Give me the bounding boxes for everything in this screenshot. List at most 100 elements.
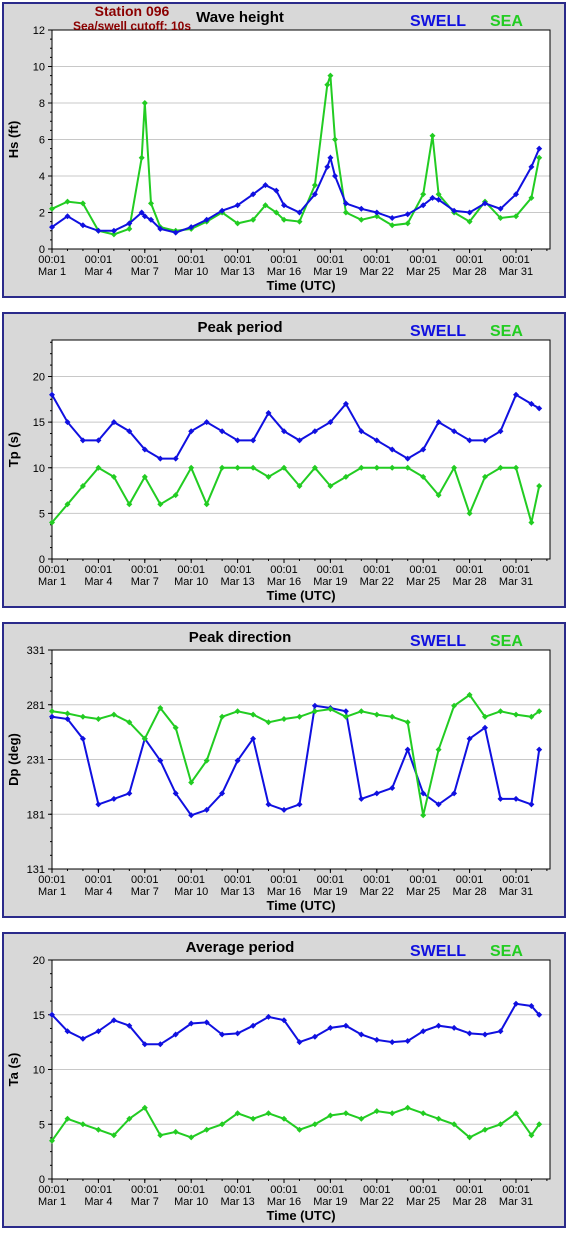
x-tick-time-label: 00:01 [363,254,391,266]
y-tick-label: 231 [27,755,45,767]
x-tick-time-label: 00:01 [409,874,437,886]
x-tick-date-label: Mar 25 [406,1196,440,1208]
y-tick-label: 6 [39,135,45,147]
x-tick-date-label: Mar 25 [406,266,440,278]
x-tick-time-label: 00:01 [502,1184,530,1196]
y-tick-label: 10 [33,1065,45,1077]
x-tick-date-label: Mar 16 [267,886,301,898]
x-tick-date-label: Mar 22 [360,886,394,898]
y-tick-label: 10 [33,62,45,74]
y-tick-label: 4 [39,171,45,183]
x-tick-date-label: Mar 4 [84,576,112,588]
peak-direction-panel: 131 181 231 281 331 00:01 Mar 1 00:01 Mar 4 00:01… [2,622,566,918]
x-tick-date-label: Mar 1 [38,266,66,278]
x-tick-date-label: Mar 22 [360,1196,394,1208]
average-period-panel: 0 5 10 15 20 00:01 Mar 1 00:01 Mar 4 00:01 Mar 7 00… [2,932,566,1228]
x-tick-date-label: Mar 13 [220,576,254,588]
x-tick-time-label: 00:01 [224,254,252,266]
x-tick-date-label: Mar 31 [499,576,533,588]
y-axis-label: Tp (s) [6,432,21,467]
x-tick-time-label: 00:01 [409,564,437,576]
x-axis-label: Time (UTC) [266,278,335,293]
x-tick-time-label: 00:01 [456,254,484,266]
x-tick-date-label: Mar 4 [84,266,112,278]
chart-title: Average period [186,939,295,956]
y-tick-label: 5 [39,508,45,520]
x-tick-time-label: 00:01 [85,564,113,576]
x-tick-time-label: 00:01 [131,1184,159,1196]
x-tick-time-label: 00:01 [38,1184,66,1196]
x-tick-time-label: 00:01 [131,254,159,266]
x-tick-time-label: 00:01 [456,564,484,576]
station-name: Station 096 [95,4,170,19]
x-tick-time-label: 00:01 [224,564,252,576]
chart-title: Peak direction [189,629,292,646]
x-tick-time-label: 00:01 [502,874,530,886]
x-tick-time-label: 00:01 [85,874,113,886]
y-tick-label: 2 [39,208,45,220]
chart-title: Wave height [196,9,284,26]
x-tick-time-label: 00:01 [85,254,113,266]
x-axis-label: Time (UTC) [266,1208,335,1223]
x-tick-date-label: Mar 25 [406,576,440,588]
x-tick-date-label: Mar 10 [174,576,208,588]
x-tick-date-label: Mar 19 [313,266,347,278]
y-tick-label: 15 [33,1010,45,1022]
x-tick-time-label: 00:01 [502,564,530,576]
x-tick-time-label: 00:01 [131,874,159,886]
y-tick-label: 8 [39,98,45,110]
x-tick-time-label: 00:01 [38,564,66,576]
x-tick-date-label: Mar 10 [174,1196,208,1208]
x-tick-date-label: Mar 7 [131,576,159,588]
x-tick-time-label: 00:01 [177,564,205,576]
x-tick-time-label: 00:01 [177,1184,205,1196]
x-tick-time-label: 00:01 [363,1184,391,1196]
x-tick-date-label: Mar 28 [452,266,486,278]
x-tick-date-label: Mar 7 [131,1196,159,1208]
x-tick-time-label: 00:01 [363,874,391,886]
x-tick-date-label: Mar 31 [499,886,533,898]
wave-height-panel: 0 2 4 6 8 10 12 00:01 Mar 1 00:01 Mar 4 00:01 Mar 70… [2,2,566,298]
x-tick-date-label: Mar 10 [174,886,208,898]
x-tick-date-label: Mar 31 [499,266,533,278]
legend-sea: SEA [490,13,523,30]
chart-title: Peak period [197,319,282,336]
y-axis-label: Hs (ft) [6,121,21,159]
y-tick-label: 281 [27,700,45,712]
x-tick-time-label: 00:01 [409,254,437,266]
peak-period-chart: 0510152000:01Mar 100:01Mar 400:01Mar 700… [6,319,551,603]
x-tick-date-label: Mar 4 [84,886,112,898]
x-tick-date-label: Mar 25 [406,886,440,898]
y-axis-label: Ta (s) [6,1053,21,1087]
x-tick-time-label: 00:01 [502,254,530,266]
y-tick-label: 20 [33,372,45,384]
legend-sea: SEA [490,943,523,960]
x-tick-date-label: Mar 13 [220,886,254,898]
legend-sea: SEA [490,323,523,340]
x-tick-time-label: 00:01 [38,874,66,886]
x-tick-time-label: 00:01 [363,564,391,576]
x-tick-time-label: 00:01 [131,564,159,576]
x-tick-date-label: Mar 28 [452,886,486,898]
peak-period-panel: 0 5 10 15 20 00:01 Mar 1 00:01 Mar 4 00:01 Mar 7 00… [2,312,566,608]
average-period-chart: 0510152000:01Mar 100:01Mar 400:01Mar 700… [6,939,551,1223]
x-tick-date-label: Mar 16 [267,576,301,588]
x-tick-date-label: Mar 7 [131,266,159,278]
x-tick-time-label: 00:01 [270,254,298,266]
legend-swell: SWELL [410,633,466,650]
x-tick-time-label: 00:01 [177,874,205,886]
y-tick-label: 12 [33,25,45,37]
x-tick-date-label: Mar 28 [452,576,486,588]
y-tick-label: 181 [27,809,45,821]
x-tick-time-label: 00:01 [456,874,484,886]
y-tick-label: 5 [39,1119,45,1131]
y-tick-label: 20 [33,955,45,967]
x-tick-date-label: Mar 13 [220,1196,254,1208]
wave-height-chart: 02468101200:01Mar 100:01Mar 400:01Mar 70… [6,4,551,293]
x-tick-time-label: 00:01 [409,1184,437,1196]
x-tick-time-label: 00:01 [317,874,345,886]
x-tick-date-label: Mar 10 [174,266,208,278]
x-tick-date-label: Mar 28 [452,1196,486,1208]
x-tick-time-label: 00:01 [270,1184,298,1196]
x-tick-date-label: Mar 31 [499,1196,533,1208]
